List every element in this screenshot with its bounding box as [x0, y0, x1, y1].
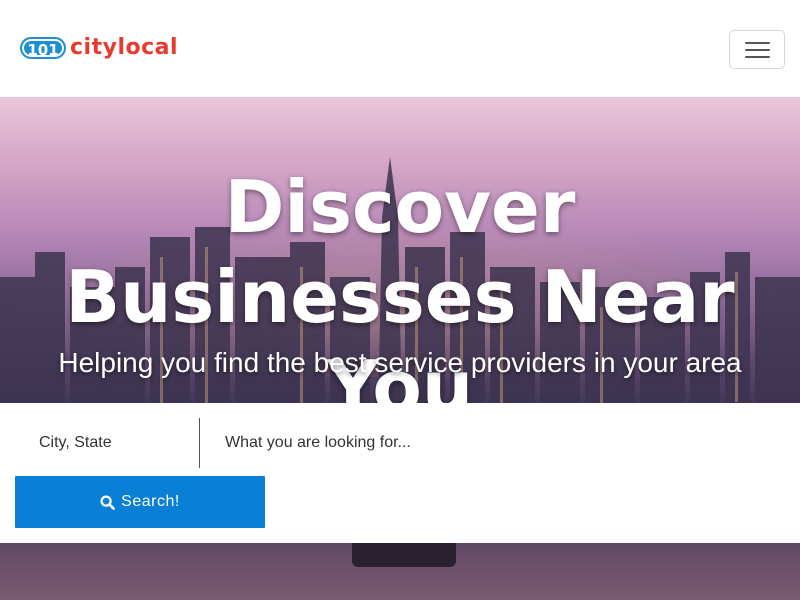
- logo-badge: 101: [20, 37, 66, 59]
- search-query-input[interactable]: [200, 418, 785, 468]
- hero-headline: Discover Businesses Near You: [65, 165, 735, 429]
- hamburger-icon: [745, 42, 770, 44]
- hero-subhead: Helping you find the best service provid…: [58, 347, 742, 378]
- logo-text: citylocal: [70, 35, 179, 60]
- search-button[interactable]: Search!: [15, 476, 265, 528]
- hamburger-icon-bar: [745, 56, 770, 58]
- hamburger-icon-bar: [745, 49, 770, 51]
- search-form: Search!: [0, 403, 800, 543]
- search-button-label: Search!: [121, 493, 180, 510]
- navbar: 101 citylocal: [0, 0, 800, 97]
- search-icon: [100, 494, 116, 510]
- site-logo[interactable]: 101 citylocal: [20, 36, 178, 60]
- location-input[interactable]: [15, 418, 200, 468]
- menu-toggle-button[interactable]: [729, 30, 785, 69]
